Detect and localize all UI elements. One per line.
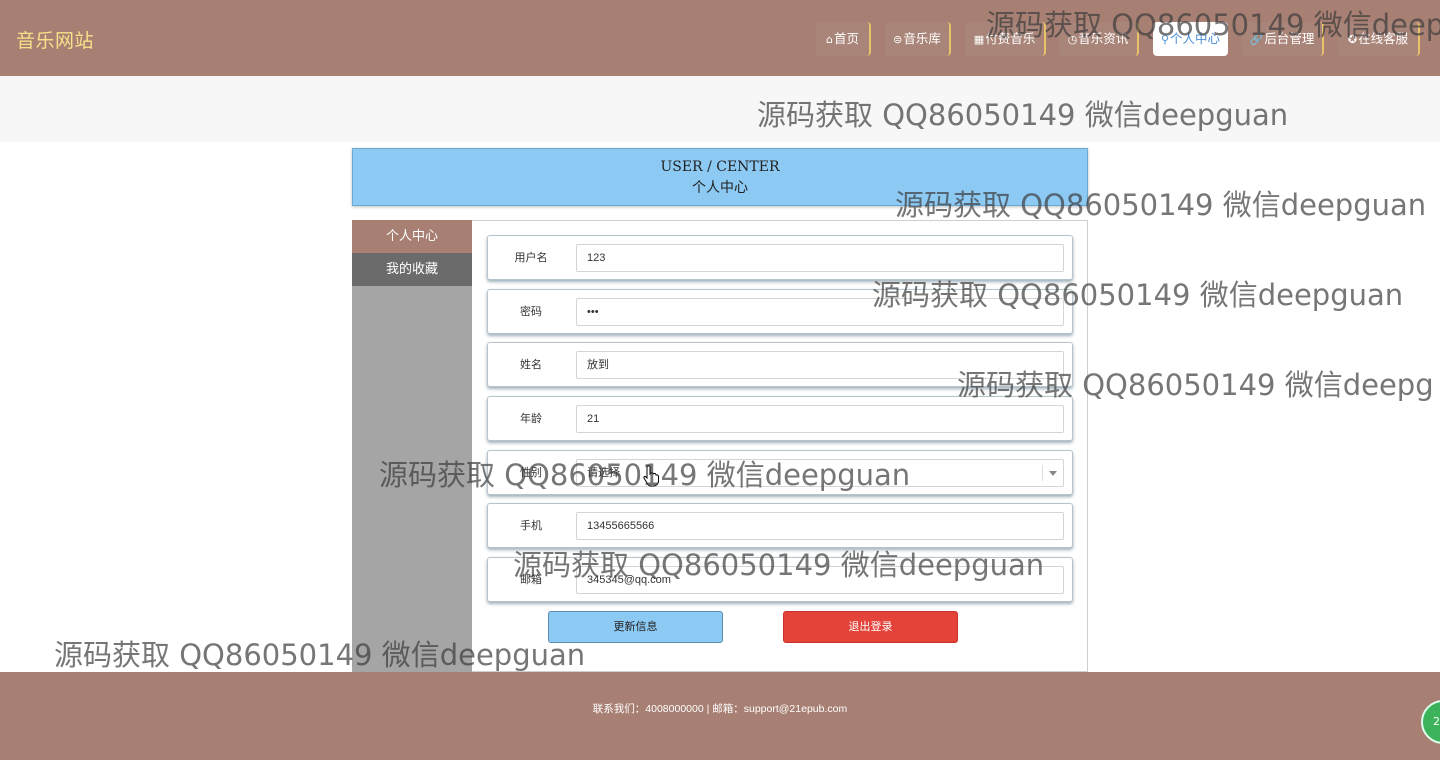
form-row-age: 年龄 21 [487, 396, 1073, 441]
form-row-password: 密码 ••• [487, 289, 1073, 334]
top-navbar: 音乐网站 ⌂首页 ⊜音乐库 ▦付费音乐 ◷音乐资讯 ⚲个人中心 🔗后台管理 ✪在… [0, 0, 1440, 77]
nav-label: 首页 [833, 31, 859, 46]
nav-online-service[interactable]: ✪在线客服 [1338, 22, 1420, 56]
form-row-email: 邮箱 345345@qq.com [487, 557, 1073, 602]
field-label: 密码 [520, 305, 542, 318]
nav-admin[interactable]: 🔗后台管理 [1242, 22, 1324, 56]
page-title-cn: 个人中心 [692, 180, 748, 196]
field-label: 邮箱 [520, 573, 542, 586]
age-input[interactable]: 21 [576, 405, 1064, 433]
nav-label: 付费音乐 [985, 31, 1036, 46]
user-icon: ⚲ [1160, 33, 1170, 46]
name-input[interactable]: 放到 [576, 351, 1064, 379]
email-input[interactable]: 345345@qq.com [576, 566, 1064, 594]
logout-button[interactable]: 退出登录 [783, 611, 958, 643]
sidebar-item-user-center[interactable]: 个人中心 [352, 220, 472, 253]
page-title-en: USER / CENTER [660, 159, 780, 175]
support-icon: ✪ [1347, 33, 1358, 46]
field-label: 用户名 [514, 251, 548, 264]
phone-input[interactable]: 13455665566 [576, 512, 1064, 540]
grid-icon: ▦ [973, 33, 985, 46]
banner-band [0, 76, 1440, 142]
nav-music-library[interactable]: ⊜音乐库 [885, 22, 951, 56]
field-label: 年龄 [520, 412, 542, 425]
site-brand[interactable]: 音乐网站 [16, 26, 94, 53]
username-input[interactable]: 123 [576, 244, 1064, 272]
home-icon: ⌂ [826, 33, 833, 46]
form-row-username: 用户名 123 [487, 235, 1073, 280]
form-row-phone: 手机 13455665566 [487, 503, 1073, 548]
nav-label: 后台管理 [1264, 31, 1315, 46]
password-input[interactable]: ••• [576, 298, 1064, 326]
form-row-name: 姓名 放到 [487, 342, 1073, 387]
field-label: 手机 [520, 519, 542, 532]
sidebar: 个人中心 我的收藏 [352, 220, 472, 672]
nav-label: 个人中心 [1170, 31, 1221, 46]
nav-music-news[interactable]: ◷音乐资讯 [1059, 22, 1139, 56]
hand-cursor-icon [643, 465, 659, 487]
field-label: 姓名 [520, 358, 542, 371]
link-icon: 🔗 [1249, 33, 1264, 46]
nav-home[interactable]: ⌂首页 [816, 22, 871, 56]
gender-select-value: 请选择 [587, 467, 620, 479]
field-label: 性别 [520, 466, 542, 479]
sidebar-item-favorites[interactable]: 我的收藏 [352, 253, 472, 286]
disc-icon: ⊜ [893, 33, 903, 46]
nav-label: 音乐资讯 [1078, 31, 1129, 46]
footer-contact: 联系我们：4008000000 | 邮箱：support@21epub.com [592, 703, 848, 715]
footer: 联系我们：4008000000 | 邮箱：support@21epub.com [0, 672, 1440, 760]
nav-paid-music[interactable]: ▦付费音乐 [965, 22, 1046, 56]
nav-label: 在线客服 [1358, 31, 1409, 46]
nav-user-center[interactable]: ⚲个人中心 [1153, 22, 1228, 56]
clock-icon: ◷ [1067, 33, 1078, 46]
nav-label: 音乐库 [903, 31, 941, 46]
form-row-gender: 性别 请选择 [487, 450, 1073, 495]
update-info-button[interactable]: 更新信息 [548, 611, 723, 643]
page-title-box: USER / CENTER 个人中心 [352, 148, 1088, 206]
